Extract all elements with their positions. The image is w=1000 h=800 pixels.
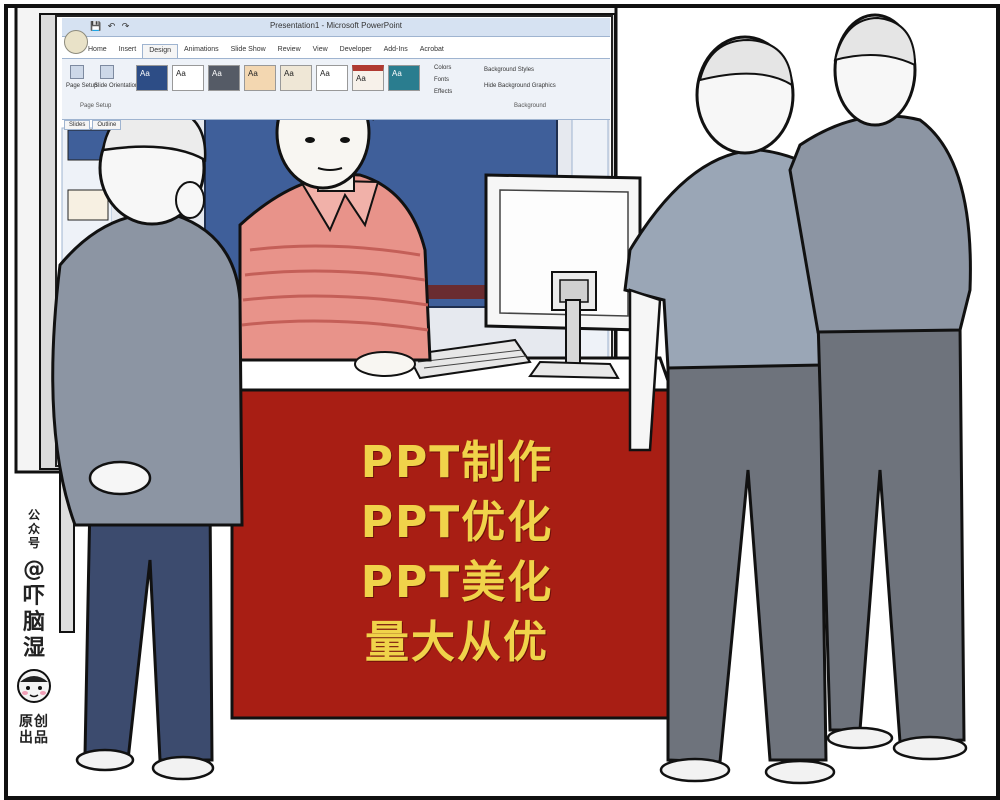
slide-orientation-icon[interactable] bbox=[100, 65, 114, 79]
tab-slide-show[interactable]: Slide Show bbox=[225, 44, 272, 58]
watermark-at-sign: @ bbox=[23, 557, 45, 582]
theme-thumbnail-7[interactable]: Aa bbox=[352, 65, 384, 91]
watermark-name-2: 脑 bbox=[22, 610, 45, 635]
theme-thumbnail-1[interactable]: Aa bbox=[136, 65, 168, 91]
theme-thumbnail-2[interactable]: Aa bbox=[172, 65, 204, 91]
counter-sign: PPT制作 PPT优化 PPT美化 量大从优 bbox=[232, 390, 682, 715]
watermark-prefix: 公众号 bbox=[27, 508, 40, 550]
sign-line-4: 量大从优 bbox=[365, 616, 549, 668]
tab-acrobat[interactable]: Acrobat bbox=[414, 44, 450, 58]
comic-panel: 💾 ↶ ↷ Presentation1 - Microsoft PowerPoi… bbox=[0, 0, 1000, 800]
theme-thumbnail-3[interactable]: Aa bbox=[208, 65, 240, 91]
tab-animations[interactable]: Animations bbox=[178, 44, 225, 58]
watermark-name-1: 吓 bbox=[22, 584, 45, 609]
theme-thumbnail-5[interactable]: Aa bbox=[280, 65, 312, 91]
page-setup-button[interactable]: Page Setup bbox=[66, 83, 97, 89]
tab-add-ins[interactable]: Add-Ins bbox=[378, 44, 414, 58]
author-watermark: 公众号 @ 吓 脑 湿 原创 出品 bbox=[14, 508, 54, 746]
slide-panel-tabs: Slides Outline bbox=[64, 120, 123, 130]
watermark-suffix-2: 出品 bbox=[19, 730, 49, 746]
tab-view[interactable]: View bbox=[307, 44, 334, 58]
effects-button[interactable]: Effects bbox=[434, 89, 452, 95]
tab-slides[interactable]: Slides bbox=[64, 120, 91, 130]
slide-orientation-button[interactable]: Slide Orientation bbox=[94, 83, 138, 89]
background-styles-button[interactable]: Background Styles bbox=[484, 67, 534, 73]
watermark-name-3: 湿 bbox=[22, 636, 45, 661]
window-title: Presentation1 - Microsoft PowerPoint bbox=[269, 21, 403, 30]
sign-line-2: PPT优化 bbox=[360, 496, 554, 548]
cartoon-face-icon bbox=[17, 669, 51, 703]
tab-home[interactable]: Home bbox=[82, 44, 113, 58]
tab-design[interactable]: Design bbox=[142, 44, 178, 59]
window-titlebar: 💾 ↶ ↷ Presentation1 - Microsoft PowerPoi… bbox=[62, 18, 610, 37]
page-setup-group-label: Page Setup bbox=[80, 103, 112, 109]
background-group-label: Background bbox=[514, 103, 547, 109]
sign-line-3: PPT美化 bbox=[360, 556, 554, 608]
design-ribbon: Page Setup Slide Orientation Page Setup … bbox=[62, 58, 610, 120]
theme-thumbnail-4[interactable]: Aa bbox=[244, 65, 276, 91]
theme-thumbnail-8[interactable]: Aa bbox=[388, 65, 420, 91]
page-setup-icon[interactable] bbox=[70, 65, 84, 79]
tab-developer[interactable]: Developer bbox=[334, 44, 378, 58]
fonts-button[interactable]: Fonts bbox=[434, 77, 449, 83]
sign-line-1: PPT制作 bbox=[360, 436, 554, 488]
tab-review[interactable]: Review bbox=[272, 44, 307, 58]
tab-outline[interactable]: Outline bbox=[92, 120, 122, 130]
theme-thumbnail-6[interactable]: Aa bbox=[316, 65, 348, 91]
hide-background-graphics-checkbox[interactable]: Hide Background Graphics bbox=[484, 83, 556, 89]
watermark-suffix-1: 原创 bbox=[19, 714, 49, 730]
colors-button[interactable]: Colors bbox=[434, 65, 451, 71]
ribbon-tabs: Home Insert Design Animations Slide Show… bbox=[82, 44, 450, 59]
tab-insert[interactable]: Insert bbox=[113, 44, 143, 58]
